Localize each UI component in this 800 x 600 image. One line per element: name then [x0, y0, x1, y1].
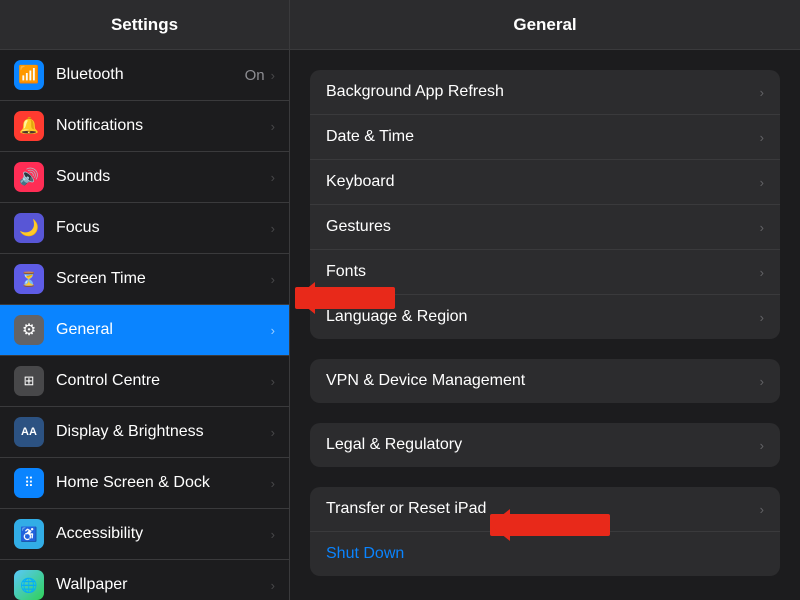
sidebar-item-notifications[interactable]: 🔔 Notifications ›	[0, 101, 289, 152]
sidebar-item-wallpaper-label: Wallpaper	[56, 576, 271, 594]
right-item-shut-down[interactable]: Shut Down	[310, 532, 780, 576]
general-icon: ⚙	[14, 315, 44, 345]
header: Settings General	[0, 0, 800, 50]
chevron-icon: ›	[271, 323, 275, 338]
sidebar-item-control-centre-label: Control Centre	[56, 372, 271, 390]
focus-icon: 🌙	[14, 213, 44, 243]
sidebar-item-screen-time-label: Screen Time	[56, 270, 271, 288]
right-item-vpn[interactable]: VPN & Device Management ›	[310, 359, 780, 403]
chevron-icon: ›	[271, 476, 275, 491]
right-item-language-region[interactable]: Language & Region ›	[310, 295, 780, 339]
control-centre-icon: ⊞	[14, 366, 44, 396]
right-item-gestures[interactable]: Gestures ›	[310, 205, 780, 250]
bluetooth-value: On	[245, 67, 265, 84]
sidebar-item-focus[interactable]: 🌙 Focus ›	[0, 203, 289, 254]
sidebar-item-sounds[interactable]: 🔊 Sounds ›	[0, 152, 289, 203]
settings-group-3: Legal & Regulatory ›	[310, 423, 780, 467]
sidebar-item-wallpaper[interactable]: 🌐 Wallpaper ›	[0, 560, 289, 600]
right-item-keyboard[interactable]: Keyboard ›	[310, 160, 780, 205]
notifications-icon: 🔔	[14, 111, 44, 141]
wallpaper-icon: 🌐	[14, 570, 44, 600]
sidebar-item-screen-time[interactable]: ⏳ Screen Time ›	[0, 254, 289, 305]
sidebar-item-control-centre[interactable]: ⊞ Control Centre ›	[0, 356, 289, 407]
sidebar-item-display-brightness[interactable]: AA Display & Brightness ›	[0, 407, 289, 458]
sidebar-item-general-label: General	[56, 321, 271, 339]
right-item-transfer-reset[interactable]: Transfer or Reset iPad ›	[310, 487, 780, 532]
sidebar-item-sounds-label: Sounds	[56, 168, 271, 186]
settings-group-2: VPN & Device Management ›	[310, 359, 780, 403]
home-screen-icon: ⠿	[14, 468, 44, 498]
settings-group-4: Transfer or Reset iPad › Shut Down	[310, 487, 780, 576]
right-item-date-time[interactable]: Date & Time ›	[310, 115, 780, 160]
chevron-icon: ›	[271, 578, 275, 593]
chevron-icon: ›	[271, 527, 275, 542]
right-item-legal[interactable]: Legal & Regulatory ›	[310, 423, 780, 467]
chevron-icon: ›	[271, 272, 275, 287]
chevron-icon: ›	[271, 119, 275, 134]
sidebar-item-display-brightness-label: Display & Brightness	[56, 423, 271, 441]
chevron-icon: ›	[271, 68, 275, 83]
sidebar-item-general[interactable]: ⚙ General ›	[0, 305, 289, 356]
header-settings-title: Settings	[0, 0, 290, 49]
accessibility-icon: ♿	[14, 519, 44, 549]
sidebar-item-notifications-label: Notifications	[56, 117, 271, 135]
bluetooth-icon: 📶	[14, 60, 44, 90]
sidebar-item-home-screen[interactable]: ⠿ Home Screen & Dock ›	[0, 458, 289, 509]
sidebar-item-bluetooth-label: Bluetooth	[56, 66, 245, 84]
sidebar: 📶 Bluetooth On › 🔔 Notifications › 🔊 Sou…	[0, 50, 290, 600]
settings-group-1: Background App Refresh › Date & Time › K…	[310, 70, 780, 339]
right-item-background-app-refresh[interactable]: Background App Refresh ›	[310, 70, 780, 115]
right-item-fonts[interactable]: Fonts ›	[310, 250, 780, 295]
display-brightness-icon: AA	[14, 417, 44, 447]
sidebar-item-focus-label: Focus	[56, 219, 271, 237]
header-general-title: General	[290, 0, 800, 49]
sidebar-item-accessibility[interactable]: ♿ Accessibility ›	[0, 509, 289, 560]
sidebar-item-home-screen-label: Home Screen & Dock	[56, 474, 271, 492]
chevron-icon: ›	[271, 374, 275, 389]
sidebar-item-bluetooth[interactable]: 📶 Bluetooth On ›	[0, 50, 289, 101]
right-panel: Background App Refresh › Date & Time › K…	[290, 50, 800, 600]
main-layout: 📶 Bluetooth On › 🔔 Notifications › 🔊 Sou…	[0, 50, 800, 600]
chevron-icon: ›	[271, 425, 275, 440]
chevron-icon: ›	[271, 170, 275, 185]
sidebar-item-accessibility-label: Accessibility	[56, 525, 271, 543]
chevron-icon: ›	[271, 221, 275, 236]
sounds-icon: 🔊	[14, 162, 44, 192]
screen-time-icon: ⏳	[14, 264, 44, 294]
